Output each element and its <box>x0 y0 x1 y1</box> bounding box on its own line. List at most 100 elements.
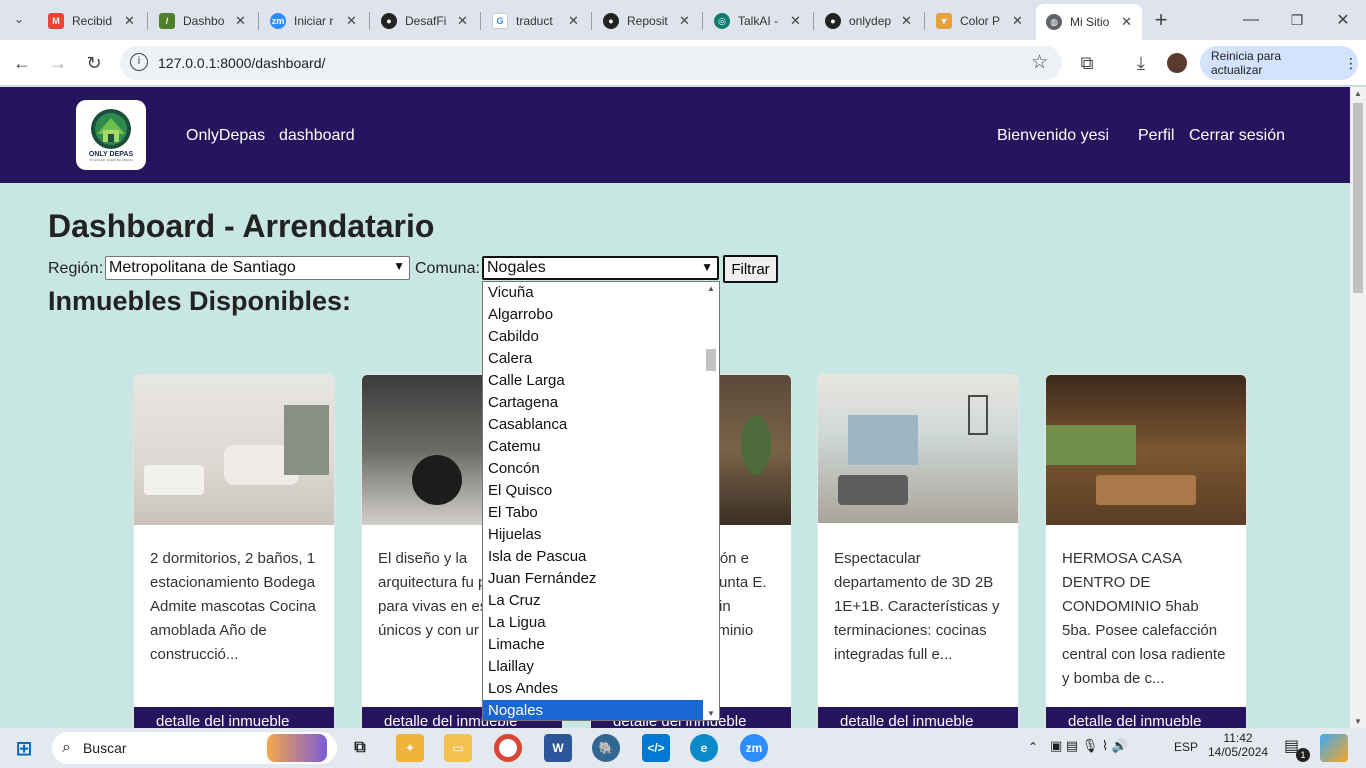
dropdown-option[interactable]: Casablanca <box>483 414 703 436</box>
download-icon[interactable]: ⤓ <box>1128 50 1154 76</box>
search-box[interactable]: ⌕ Buscar <box>52 732 337 764</box>
house-logo-icon <box>91 109 131 149</box>
vscode-icon[interactable]: </> <box>642 734 670 762</box>
dropdown-option[interactable]: Calle Larga <box>483 370 703 392</box>
dropdown-option[interactable]: El Tabo <box>483 502 703 524</box>
zoom-icon[interactable]: zm <box>740 734 768 762</box>
close-icon[interactable]: ✕ <box>568 13 579 29</box>
tab-label: Color P <box>960 14 1001 28</box>
scroll-up-icon[interactable]: ▲ <box>707 284 715 293</box>
dropdown-option[interactable]: La Ligua <box>483 612 703 634</box>
property-photo[interactable] <box>134 375 334 525</box>
url-text[interactable]: 127.0.0.1:8000/dashboard/ <box>158 55 325 71</box>
scroll-up-icon[interactable]: ▲ <box>1354 89 1362 98</box>
dropdown-option[interactable]: Isla de Pascua <box>483 546 703 568</box>
scrollbar-thumb[interactable] <box>706 349 716 371</box>
window-close-icon[interactable]: ✕ <box>1330 7 1356 33</box>
nav-brand-link[interactable]: OnlyDepas <box>186 127 265 145</box>
bookmark-star-icon[interactable]: ☆ <box>1031 51 1048 74</box>
copilot-icon[interactable] <box>1320 734 1348 762</box>
postgres-icon[interactable]: 🐘 <box>592 734 620 762</box>
extensions-icon[interactable]: ⧉ <box>1074 50 1100 76</box>
dropdown-option-selected[interactable]: Nogales <box>483 700 703 720</box>
update-button[interactable]: Reinicia para actualizar ⋮ <box>1200 46 1358 80</box>
more-menu-icon[interactable]: ⋮ <box>1344 55 1358 72</box>
minimize-icon[interactable]: — <box>1238 7 1264 33</box>
dropdown-scrollbar[interactable]: ▲ ▼ <box>703 282 719 720</box>
edge-icon[interactable]: e <box>690 734 718 762</box>
new-tab-icon[interactable]: + <box>1148 7 1174 33</box>
chevron-up-icon[interactable]: ⌃ <box>1028 740 1038 754</box>
task-view-icon[interactable]: ⧉ <box>346 734 374 762</box>
nav-dashboard-link[interactable]: dashboard <box>279 127 355 145</box>
nav-profile-link[interactable]: Perfil <box>1138 127 1174 145</box>
close-icon[interactable]: ✕ <box>1121 14 1132 30</box>
dropdown-option[interactable]: La Cruz <box>483 590 703 612</box>
browser-tab[interactable]: Gtraduct ✕ <box>492 8 579 34</box>
scroll-down-icon[interactable]: ▼ <box>707 709 715 718</box>
dropdown-option[interactable]: Cartagena <box>483 392 703 414</box>
word-icon[interactable]: W <box>544 734 572 762</box>
dropdown-option[interactable]: Algarrobo <box>483 304 703 326</box>
dropdown-option[interactable]: El Quisco <box>483 480 703 502</box>
browser-tab[interactable]: zm Iniciar r ✕ <box>270 8 357 34</box>
close-icon[interactable]: ✕ <box>124 13 135 29</box>
close-icon[interactable]: ✕ <box>679 13 690 29</box>
dropdown-option[interactable]: Los Andes <box>483 678 703 700</box>
dropdown-option[interactable]: Hijuelas <box>483 524 703 546</box>
browser-tab[interactable]: ▼ Color P ✕ <box>936 8 1023 34</box>
windows-start-icon[interactable]: ⊞ <box>10 734 38 762</box>
browser-tab[interactable]: ◎ TalkAI - ✕ <box>714 8 801 34</box>
app-icon[interactable]: ✦ <box>396 734 424 762</box>
dropdown-option[interactable]: Limache <box>483 634 703 656</box>
chrome-icon[interactable] <box>494 734 522 762</box>
dropdown-option[interactable]: Cabildo <box>483 326 703 348</box>
tray-icons[interactable]: ▣ ▤ 🎙 ⌇ 🔊 <box>1050 738 1128 754</box>
browser-tab[interactable]: ● Reposit ✕ <box>603 8 690 34</box>
region-select[interactable]: Metropolitana de Santiago ▼ <box>105 256 410 280</box>
browser-tab[interactable]: ● onlydep ✕ <box>825 8 912 34</box>
browser-tab[interactable]: ● DesafFi ✕ <box>381 8 468 34</box>
site-info-icon[interactable]: i <box>130 53 148 71</box>
site-logo[interactable]: ONLY DEPAS TU HOGAR, NUESTRA PASIÓN <box>76 100 146 170</box>
language-indicator[interactable]: ESP <box>1174 740 1198 754</box>
search-icon: ⌕ <box>62 739 71 756</box>
close-icon[interactable]: ✕ <box>901 13 912 29</box>
restore-icon[interactable]: ❐ <box>1284 7 1310 33</box>
close-icon[interactable]: ✕ <box>790 13 801 29</box>
dropdown-option[interactable]: Concón <box>483 458 703 480</box>
avatar[interactable] <box>1164 50 1190 76</box>
scrollbar-thumb[interactable] <box>1353 103 1363 293</box>
dropdown-option[interactable]: Catemu <box>483 436 703 458</box>
close-icon[interactable]: ✕ <box>235 13 246 29</box>
comuna-dropdown-list[interactable]: Vicuña Algarrobo Cabildo Calera Calle La… <box>482 281 720 721</box>
dropdown-option[interactable]: Llaillay <box>483 656 703 678</box>
forward-icon[interactable]: → <box>45 50 71 76</box>
browser-tab-active[interactable]: ◍ Mi Sitio ✕ <box>1036 4 1142 40</box>
clock[interactable]: 11:42 14/05/2024 <box>1208 731 1268 759</box>
close-icon[interactable]: ✕ <box>1012 13 1023 29</box>
property-description: Espectacular departamento de 3D 2B 1E+1B… <box>834 550 1000 663</box>
comuna-select[interactable]: Nogales ▼ <box>482 256 719 280</box>
reload-icon[interactable]: ↻ <box>81 50 107 76</box>
dropdown-option[interactable]: Vicuña <box>483 282 703 304</box>
close-icon[interactable]: ✕ <box>346 13 357 29</box>
address-bar[interactable]: i 127.0.0.1:8000/dashboard/ ☆ <box>120 46 1062 80</box>
property-photo[interactable] <box>818 375 1018 523</box>
property-photo[interactable] <box>1046 375 1246 525</box>
file-explorer-icon[interactable]: ▭ <box>444 734 472 762</box>
scroll-down-icon[interactable]: ▼ <box>1354 717 1362 726</box>
browser-tab[interactable]: M Recibid ✕ <box>48 8 135 34</box>
nav-logout-link[interactable]: Cerrar sesión <box>1189 127 1285 145</box>
tab-search-icon[interactable]: ⌄ <box>6 6 32 32</box>
tab-label: Mi Sitio <box>1070 15 1110 29</box>
back-icon[interactable]: ← <box>9 50 35 76</box>
browser-toolbar: ← → ↻ i 127.0.0.1:8000/dashboard/ ☆ ⧉ ⤓ … <box>0 40 1366 86</box>
dropdown-option[interactable]: Calera <box>483 348 703 370</box>
browser-tab[interactable]: / Dashbo ✕ <box>159 8 246 34</box>
dropdown-option[interactable]: Juan Fernández <box>483 568 703 590</box>
github-icon: ● <box>603 13 619 29</box>
page-scrollbar[interactable]: ▲ ▼ <box>1350 87 1366 728</box>
close-icon[interactable]: ✕ <box>457 13 468 29</box>
filter-button[interactable]: Filtrar <box>723 255 778 283</box>
